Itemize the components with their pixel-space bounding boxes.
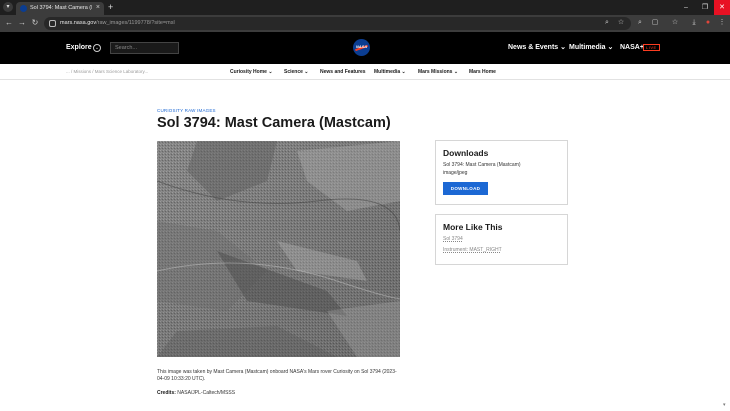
subnav-label: Science [284,69,303,75]
reload-icon[interactable]: ↻ [30,18,40,28]
page-title: Sol 3794: Mast Camera (Mastcam) [157,115,391,131]
tab-search-icon[interactable]: ▾ [3,2,13,12]
nav-news-events[interactable]: News & Events ⌄ [508,42,566,54]
downloads-title: Downloads [443,148,489,158]
extensions-icon[interactable]: ▢ [650,18,660,28]
forward-icon[interactable]: → [17,18,27,28]
mission-subnav: ... / Missions / Mars Science Laboratory… [0,64,730,80]
more-like-this-title: More Like This [443,222,503,232]
back-icon[interactable]: ← [4,18,14,28]
image-caption: This image was taken by Mast Camera (Mas… [157,369,397,382]
lens-icon[interactable]: ⌕ [635,18,645,28]
mastcam-raw-image[interactable] [157,141,400,357]
minimize-icon[interactable]: – [678,0,694,15]
new-tab-button[interactable]: + [108,1,113,13]
browser-tab-bar: ▾ Sol 3794: Mast Camera (Mastcam) × + – … [0,0,730,15]
chevron-down-icon: ⌄ [268,69,273,75]
browser-address-bar: ← → ↻ mars.nasa.gov/raw_images/1199778/?… [0,15,730,32]
subnav-label: Multimedia [374,69,401,75]
download-file-type: image/jpeg [443,170,468,176]
more-like-this-card: More Like This Sol 3794 Instrument: MAST… [435,214,568,265]
menu-kebab-icon[interactable]: ⋮ [717,18,727,28]
chevron-down-icon: ⌄ [453,69,459,75]
bookmark-star-icon[interactable]: ☆ [616,18,626,28]
tab-title: Sol 3794: Mast Camera (Mastcam) [30,5,92,11]
download-file-name: Sol 3794: Mast Camera (Mastcam) [443,162,521,168]
tab-close-icon[interactable]: × [96,3,100,13]
url-text: mars.nasa.gov/raw_images/1199778/?site=m… [60,18,175,29]
subnav-mars-missions[interactable]: Mars Missions ⌄ [418,68,458,76]
mars-rock-image [157,141,400,357]
downloads-card: Downloads Sol 3794: Mast Camera (Mastcam… [435,140,568,205]
image-credits: Credits: NASA/JPL-Caltech/MSSS [157,390,235,397]
reading-list-icon[interactable]: ☆ [670,18,680,28]
explore-chevron-icon[interactable]: ⌄ [93,44,101,52]
nav-multimedia-label: Multimedia [569,44,606,51]
download-button[interactable]: DOWNLOAD [443,182,488,195]
credits-label: Credits: [157,390,176,396]
url-host: mars.nasa.gov [60,20,97,26]
chevron-down-icon: ⌄ [560,44,567,51]
url-field[interactable]: mars.nasa.gov/raw_images/1199778/?site=m… [44,17,631,30]
subnav-news-features[interactable]: News and Features [320,68,366,76]
subnav-mars-home[interactable]: Mars Home [469,68,496,76]
url-path: /raw_images/1199778/?site=msl [96,20,175,26]
site-header: Explore ⌄ NASA News & Events ⌄ Multimedi… [0,32,730,64]
scroll-down-icon[interactable]: ▾ [723,403,728,408]
related-link-instrument[interactable]: Instrument: MAST_RIGHT [443,247,502,254]
credits-value: NASA/JPL-Caltech/MSSS [177,390,236,396]
explore-menu[interactable]: Explore [66,42,92,54]
subnav-label: Curiosity Home [230,69,267,75]
browser-tab[interactable]: Sol 3794: Mast Camera (Mastcam) × [16,2,104,15]
chevron-down-icon: ⌄ [304,69,309,75]
nav-nasa-plus[interactable]: NASA+ [620,42,644,54]
nasa-logo-text: NASA [355,44,368,49]
search-input[interactable] [110,42,179,54]
site-info-icon[interactable] [49,20,56,27]
chevron-down-icon: ⌄ [401,69,406,75]
zoom-icon[interactable]: ⌕ [602,18,612,28]
subnav-curiosity-home[interactable]: Curiosity Home ⌄ [230,68,273,76]
nasa-logo[interactable]: NASA [353,39,370,56]
maximize-icon[interactable]: ❐ [697,0,713,15]
live-badge: LIVE [643,44,660,51]
subnav-science[interactable]: Science ⌄ [284,68,309,76]
chevron-down-icon: ⌄ [607,44,614,51]
nasa-favicon-icon [20,5,27,12]
close-window-icon[interactable]: ✕ [714,0,730,15]
subnav-label: Mars Missions [418,69,453,75]
nav-news-events-label: News & Events [508,44,559,51]
profile-icon[interactable]: ● [703,18,713,28]
related-link-sol[interactable]: Sol 3794 [443,236,463,243]
subnav-multimedia[interactable]: Multimedia ⌄ [374,68,406,76]
nav-multimedia[interactable]: Multimedia ⌄ [569,42,613,54]
download-icon[interactable]: ⤓ [689,18,699,28]
breadcrumb[interactable]: ... / Missions / Mars Science Laboratory… [66,68,148,76]
